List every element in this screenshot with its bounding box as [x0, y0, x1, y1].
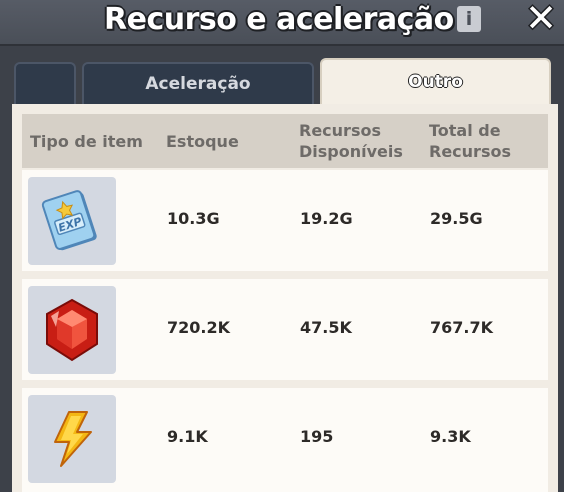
- tabs-row: Aceleração Outro: [0, 48, 564, 104]
- exp-book-icon: EXP: [28, 177, 116, 265]
- estoque-value: 9.1K: [167, 427, 208, 446]
- tab-aceleracao[interactable]: Aceleração: [82, 62, 314, 104]
- column-header-estoque: Estoque: [166, 132, 239, 151]
- table-row: 9.1K 195 9.3K: [22, 388, 548, 492]
- total-value: 767.7K: [430, 318, 494, 337]
- table-header: Tipo de item Estoque Recursos Disponívei…: [22, 114, 548, 168]
- tab-previous[interactable]: [14, 62, 76, 104]
- column-header-total: Total de Recursos: [429, 121, 511, 161]
- estoque-value: 10.3G: [167, 209, 220, 228]
- window-title: Recurso e aceleração: [104, 2, 454, 37]
- estoque-value: 720.2K: [167, 318, 231, 337]
- resource-panel: Tipo de item Estoque Recursos Disponívei…: [12, 104, 558, 492]
- table-row: 720.2K 47.5K 767.7K: [22, 279, 548, 380]
- column-header-tipo: Tipo de item: [30, 132, 143, 151]
- disponiveis-value: 195: [300, 427, 334, 446]
- title-bar: Recurso e aceleração i ✕: [0, 0, 564, 46]
- disponiveis-value: 19.2G: [300, 209, 353, 228]
- table-row: EXP 10.3G 19.2G 29.5G: [22, 170, 548, 271]
- red-gem-icon: [28, 286, 116, 374]
- column-header-disponiveis: Recursos Disponíveis: [299, 121, 403, 161]
- total-value: 9.3K: [430, 427, 471, 446]
- lightning-icon: [28, 395, 116, 483]
- total-value: 29.5G: [430, 209, 483, 228]
- close-icon[interactable]: ✕: [522, 0, 560, 38]
- tab-outro[interactable]: Outro: [320, 58, 551, 104]
- disponiveis-value: 47.5K: [300, 318, 352, 337]
- info-icon[interactable]: i: [457, 6, 481, 32]
